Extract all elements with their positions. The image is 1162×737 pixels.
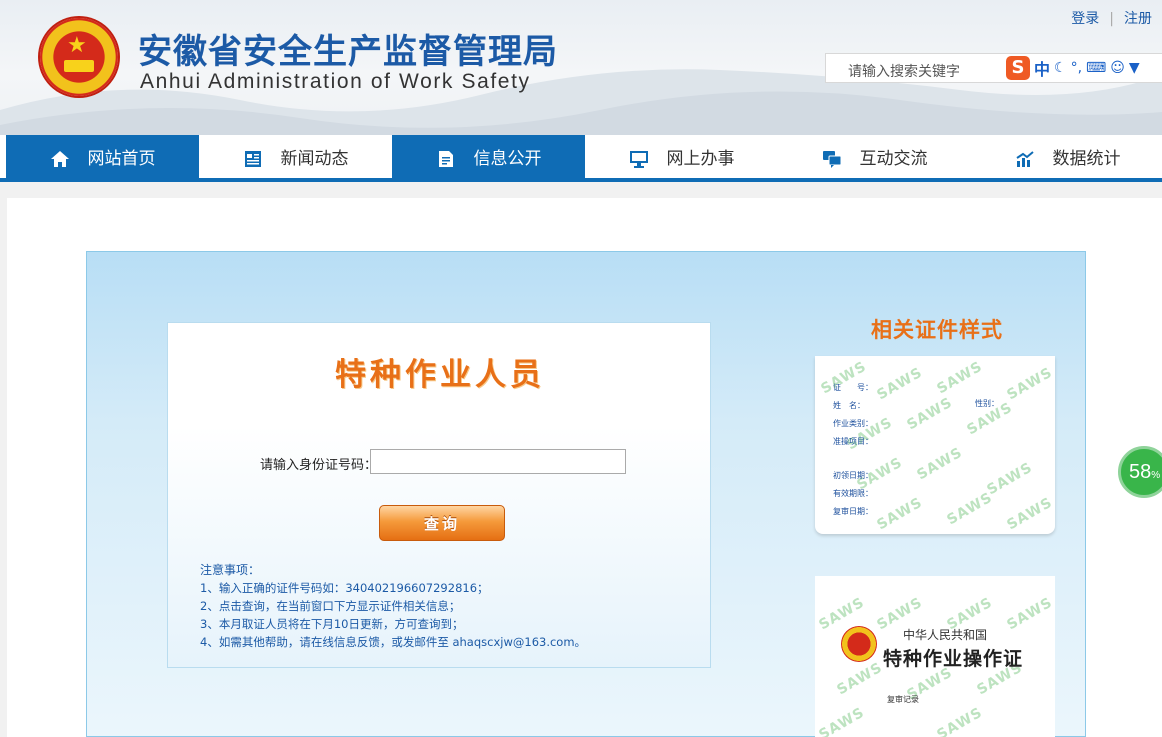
ime-language-toggle[interactable]: 中 [1034,56,1050,80]
query-panel: 特种作业人员 请输入身份证号码： 查询 注意事项： 1、输入正确的证件号码如：3… [86,251,1086,737]
note-item: 1、输入正确的证件号码如：340402196607292816； [200,581,489,595]
national-emblem-logo: ★ [40,18,118,96]
news-icon [244,150,261,167]
nav-label: 网站首页 [87,148,156,169]
sogou-ime-logo-icon[interactable]: S [1006,56,1030,80]
watermark: SAWS [934,704,986,737]
notes-title: 注意事项： [200,563,261,577]
nav-label: 数据统计 [1052,148,1121,169]
query-button[interactable]: 查询 [379,505,505,541]
watermark: SAWS [1004,494,1055,534]
national-emblem-icon [841,626,877,662]
watermark: SAWS [874,364,926,404]
cert-field: 性别： [975,399,999,408]
cert-field: 准操项目： [833,437,873,446]
monitor-icon [629,150,648,168]
nav-home[interactable]: 网站首页 [6,135,199,182]
chat-icon [822,150,841,168]
note-item: 2、点击查询，在当前窗口下方显示证件相关信息； [200,599,461,613]
cert-record: 复审记录 [887,695,919,704]
search-placeholder: 请输入搜索关键字 [848,64,960,80]
site-title-cn: 安徽省安全生产监督管理局 [138,32,558,72]
register-link[interactable]: 注册 [1124,11,1152,27]
id-number-input[interactable] [370,449,626,474]
shirt-icon[interactable]: ▼ [1129,60,1140,76]
cert-field: 复审日期： [833,507,873,516]
related-certs-title: 相关证件样式 [871,317,1003,342]
nav-online-services[interactable]: 网上办事 [585,135,778,182]
nav-info-disclosure[interactable]: 信息公开 [392,135,585,182]
nav-label: 信息公开 [473,148,542,169]
certificate-sample-front[interactable]: SAWS SAWS SAWS SAWS SAWS SAWS SAWS SAWS … [815,576,1055,737]
home-icon [50,150,69,167]
cert-field: 证 号： [833,383,873,392]
ime-toolbar[interactable]: S 中 ☾ °, ⌨ ☺ ▼ [1006,55,1162,81]
site-header: ★ 安徽省安全生产监督管理局 Anhui Administration of W… [0,0,1162,135]
progress-badge[interactable]: 58% [1118,446,1162,498]
form-title: 特种作业人员 [335,357,545,393]
cert-field: 初领日期： [833,471,873,480]
watermark: SAWS [816,704,868,737]
badge-unit: % [1151,470,1161,481]
watermark: SAWS [934,358,986,398]
nav-interaction[interactable]: 互动交流 [778,135,971,182]
watermark: SAWS [904,394,956,434]
main-content: 特种作业人员 请输入身份证号码： 查询 注意事项： 1、输入正确的证件号码如：3… [7,198,1162,737]
nav-label: 互动交流 [859,148,928,169]
search-input[interactable]: 请输入搜索关键字 S 中 ☾ °, ⌨ ☺ ▼ [825,53,1162,83]
cert-field: 姓 名： [833,401,865,410]
note-item: 4、如需其他帮助，请在线信息反馈，或发邮件至 ahaqscxjw@163.com… [200,635,587,649]
watermark: SAWS [874,494,926,534]
cert-title: 特种作业操作证 [883,648,1024,670]
nav-news[interactable]: 新闻动态 [199,135,392,182]
cert-issuer: 中华人民共和国 [903,628,988,642]
login-link[interactable]: 登录 [1071,11,1099,27]
keyboard-icon[interactable]: ⌨ [1086,60,1106,76]
id-number-label: 请输入身份证号码： [260,458,378,473]
notes-section: 注意事项： 1、输入正确的证件号码如：340402196607292816； 2… [200,561,586,651]
cert-field: 有效期限： [833,489,873,498]
chart-icon [1015,150,1034,167]
watermark: SAWS [984,459,1036,499]
watermark: SAWS [1004,594,1055,634]
watermark: SAWS [914,444,966,484]
document-icon [438,150,453,167]
note-item: 3、本月取证人员将在下月10日更新，方可查询到； [200,617,464,631]
watermark: SAWS [834,659,886,699]
query-form-card: 特种作业人员 请输入身份证号码： 查询 注意事项： 1、输入正确的证件号码如：3… [167,322,711,668]
watermark: SAWS [944,489,996,529]
nav-statistics[interactable]: 数据统计 [971,135,1162,182]
moon-icon[interactable]: ☾ [1054,60,1067,76]
top-links: 登录 | 注册 [1071,11,1152,27]
punctuation-icon[interactable]: °, [1071,60,1082,76]
main-nav: 网站首页 新闻动态 信息公开 网上办事 互动交流 数据统计 [0,135,1162,182]
cert-field: 作业类别： [833,419,873,428]
nav-label: 网上办事 [666,148,735,169]
badge-value: 58 [1129,461,1152,483]
site-title-en: Anhui Administration of Work Safety [140,70,531,93]
nav-label: 新闻动态 [280,148,349,169]
watermark: SAWS [1004,364,1055,404]
user-icon[interactable]: ☺ [1110,60,1125,76]
certificate-sample-back[interactable]: SAWS SAWS SAWS SAWS SAWS SAWS SAWS SAWS … [815,356,1055,534]
